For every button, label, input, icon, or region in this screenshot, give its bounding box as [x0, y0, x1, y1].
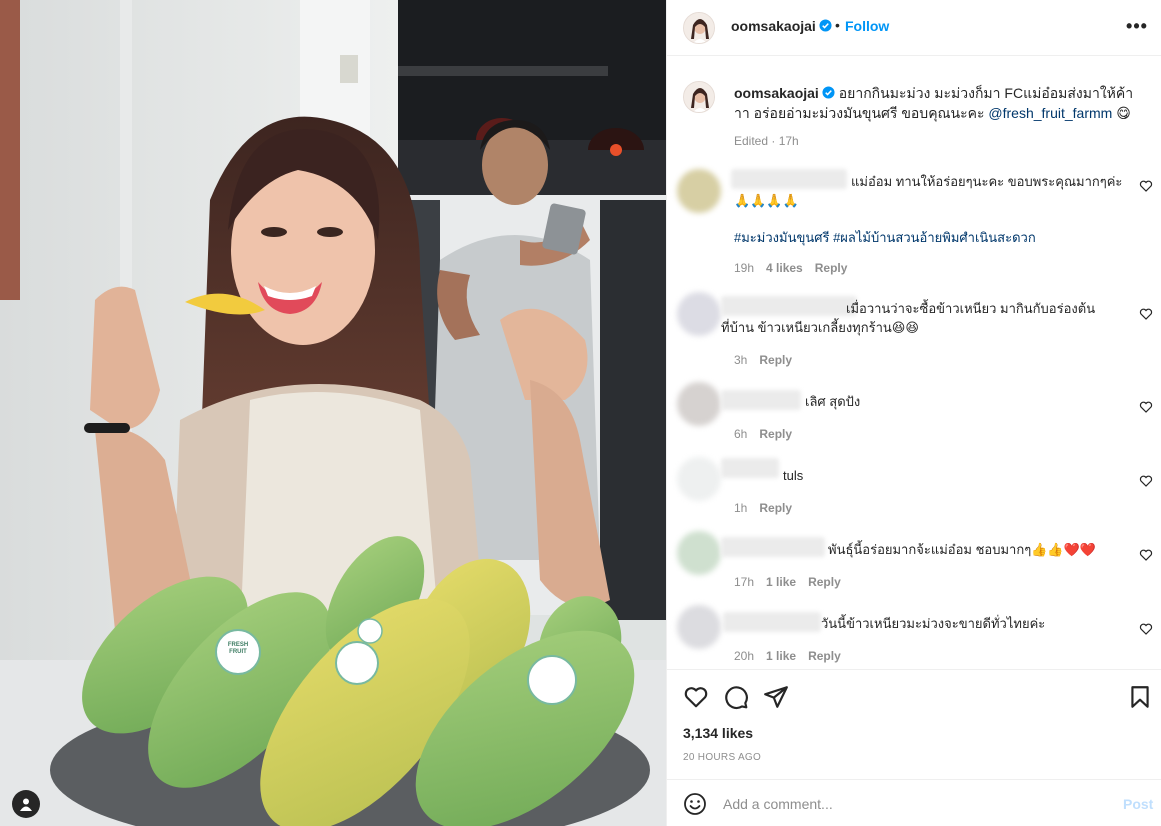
- comment-username-blurred[interactable]: [721, 390, 801, 410]
- verified-badge-icon: [822, 86, 835, 99]
- comment-likes[interactable]: 1 like: [766, 575, 796, 589]
- caption-edited-time: Edited · 17h: [734, 134, 799, 148]
- comment-meta: 1h Reply: [734, 501, 792, 515]
- caption-emoji: 😋: [1116, 105, 1131, 121]
- reply-button[interactable]: Reply: [808, 575, 841, 589]
- save-bookmark-icon[interactable]: [1127, 684, 1153, 710]
- post-actions-bar: 3,134 likes 20 HOURS AGO: [667, 669, 1161, 779]
- comment-text: พันธุ์นี้อร่อยมากจ้ะแม่อ๋อม ชอบมากๆ👍👍❤️❤…: [828, 542, 1096, 557]
- comment-avatar[interactable]: [677, 382, 721, 426]
- comment-meta: 20h 1 like Reply: [734, 649, 841, 663]
- comment-meta: 17h 1 like Reply: [734, 575, 841, 589]
- verified-badge-icon: [819, 19, 832, 32]
- comment-hashtags[interactable]: #มะม่วงมันขุนศรี #ผลไม้บ้านสวนอ้ายพิมศำเ…: [734, 227, 1036, 248]
- comment-text: เลิศ สุดปัง: [805, 394, 861, 409]
- comment-username-blurred[interactable]: [721, 537, 825, 557]
- likes-count[interactable]: 3,134 likes: [683, 725, 753, 741]
- profile-photo-icon: [684, 82, 714, 112]
- emoji-icon[interactable]: [683, 792, 707, 816]
- like-heart-icon[interactable]: [683, 684, 709, 710]
- follow-button[interactable]: Follow: [845, 18, 889, 34]
- comment-time: 1h: [734, 501, 748, 515]
- post-timestamp[interactable]: 20 HOURS AGO: [683, 752, 761, 763]
- comment-likes[interactable]: 1 like: [766, 649, 796, 663]
- share-send-icon[interactable]: [763, 684, 789, 710]
- comment-username-blurred[interactable]: [723, 612, 821, 632]
- avatar[interactable]: [683, 12, 715, 44]
- post-photo[interactable]: FRESH FRUIT: [0, 0, 666, 826]
- sticker-label: FRESH FRUIT: [227, 642, 249, 655]
- username[interactable]: oomsakaojai: [731, 18, 832, 34]
- post-caption: oomsakaojai อยากกินมะม่วง มะม่วงก็มา FCแ…: [734, 83, 1134, 123]
- comment-meta: 6h Reply: [734, 427, 792, 441]
- comment-text: tuls: [783, 468, 804, 483]
- comment-text: แม่อ๋อม ทานให้อร่อยๆนะคะ ขอบพระคุณมากๆค่…: [851, 174, 1123, 189]
- comment-emoji: 🙏🙏🙏🙏: [734, 193, 799, 208]
- post-side-panel: oomsakaojai • Follow ••• oomsakaojai อยา…: [666, 0, 1161, 826]
- comment-avatar[interactable]: [677, 457, 721, 501]
- comment-time: 3h: [734, 353, 748, 367]
- reply-button[interactable]: Reply: [759, 501, 792, 515]
- comment-username-blurred[interactable]: [721, 458, 779, 478]
- mango-selfie-image: [0, 0, 666, 826]
- comment-likes[interactable]: 4 likes: [766, 261, 803, 275]
- like-comment-icon[interactable]: [1139, 622, 1153, 636]
- comment-time: 19h: [734, 261, 755, 275]
- comment-username-blurred[interactable]: [721, 296, 857, 316]
- like-comment-icon[interactable]: [1139, 474, 1153, 488]
- reply-button[interactable]: Reply: [808, 649, 841, 663]
- comment-time: 17h: [734, 575, 755, 589]
- more-options-icon[interactable]: •••: [1125, 14, 1149, 38]
- reply-button[interactable]: Reply: [759, 427, 792, 441]
- like-comment-icon[interactable]: [1139, 400, 1153, 414]
- comment-text-line2: ที่บ้าน ข้าวเหนียวเกลี้ยงทุกร้าน😆😆: [721, 320, 919, 335]
- comment-avatar[interactable]: [677, 531, 721, 575]
- reply-button[interactable]: Reply: [815, 261, 848, 275]
- comment-input[interactable]: [723, 792, 1103, 816]
- like-comment-icon[interactable]: [1139, 179, 1153, 193]
- profile-photo-icon: [684, 13, 714, 43]
- comment-time: 20h: [734, 649, 755, 663]
- reply-button[interactable]: Reply: [759, 353, 792, 367]
- comments-list[interactable]: oomsakaojai อยากกินมะม่วง มะม่วงก็มา FCแ…: [667, 57, 1161, 669]
- comment-meta: 19h 4 likes Reply: [734, 261, 847, 275]
- username-text[interactable]: oomsakaojai: [731, 18, 816, 34]
- comment-icon[interactable]: [723, 684, 749, 710]
- add-comment-bar: Post: [667, 779, 1161, 826]
- caption-mention-link[interactable]: @fresh_fruit_farmm: [988, 105, 1112, 121]
- separator-dot: •: [835, 17, 840, 33]
- like-comment-icon[interactable]: [1139, 548, 1153, 562]
- comment-text: เมื่อวานว่าจะซื้อข้าวเหนียว มากินกับอร่อ…: [846, 301, 1096, 316]
- post-header: oomsakaojai • Follow •••: [667, 0, 1161, 56]
- comment-meta: 3h Reply: [734, 353, 792, 367]
- tagged-users-button[interactable]: [12, 790, 40, 818]
- comment-avatar[interactable]: [677, 292, 721, 336]
- caption-avatar[interactable]: [683, 81, 715, 113]
- post-comment-button[interactable]: Post: [1123, 796, 1153, 812]
- comment-avatar[interactable]: [677, 605, 721, 649]
- user-icon: [20, 798, 32, 811]
- comment-text: วันนี้ข้าวเหนียวมะม่วงจะขายดีทั่วไทยค่ะ: [821, 616, 1046, 631]
- comment-avatar[interactable]: [677, 169, 721, 213]
- caption-username[interactable]: oomsakaojai: [734, 85, 819, 101]
- comment-time: 6h: [734, 427, 748, 441]
- like-comment-icon[interactable]: [1139, 307, 1153, 321]
- comment-username-blurred[interactable]: [731, 169, 847, 189]
